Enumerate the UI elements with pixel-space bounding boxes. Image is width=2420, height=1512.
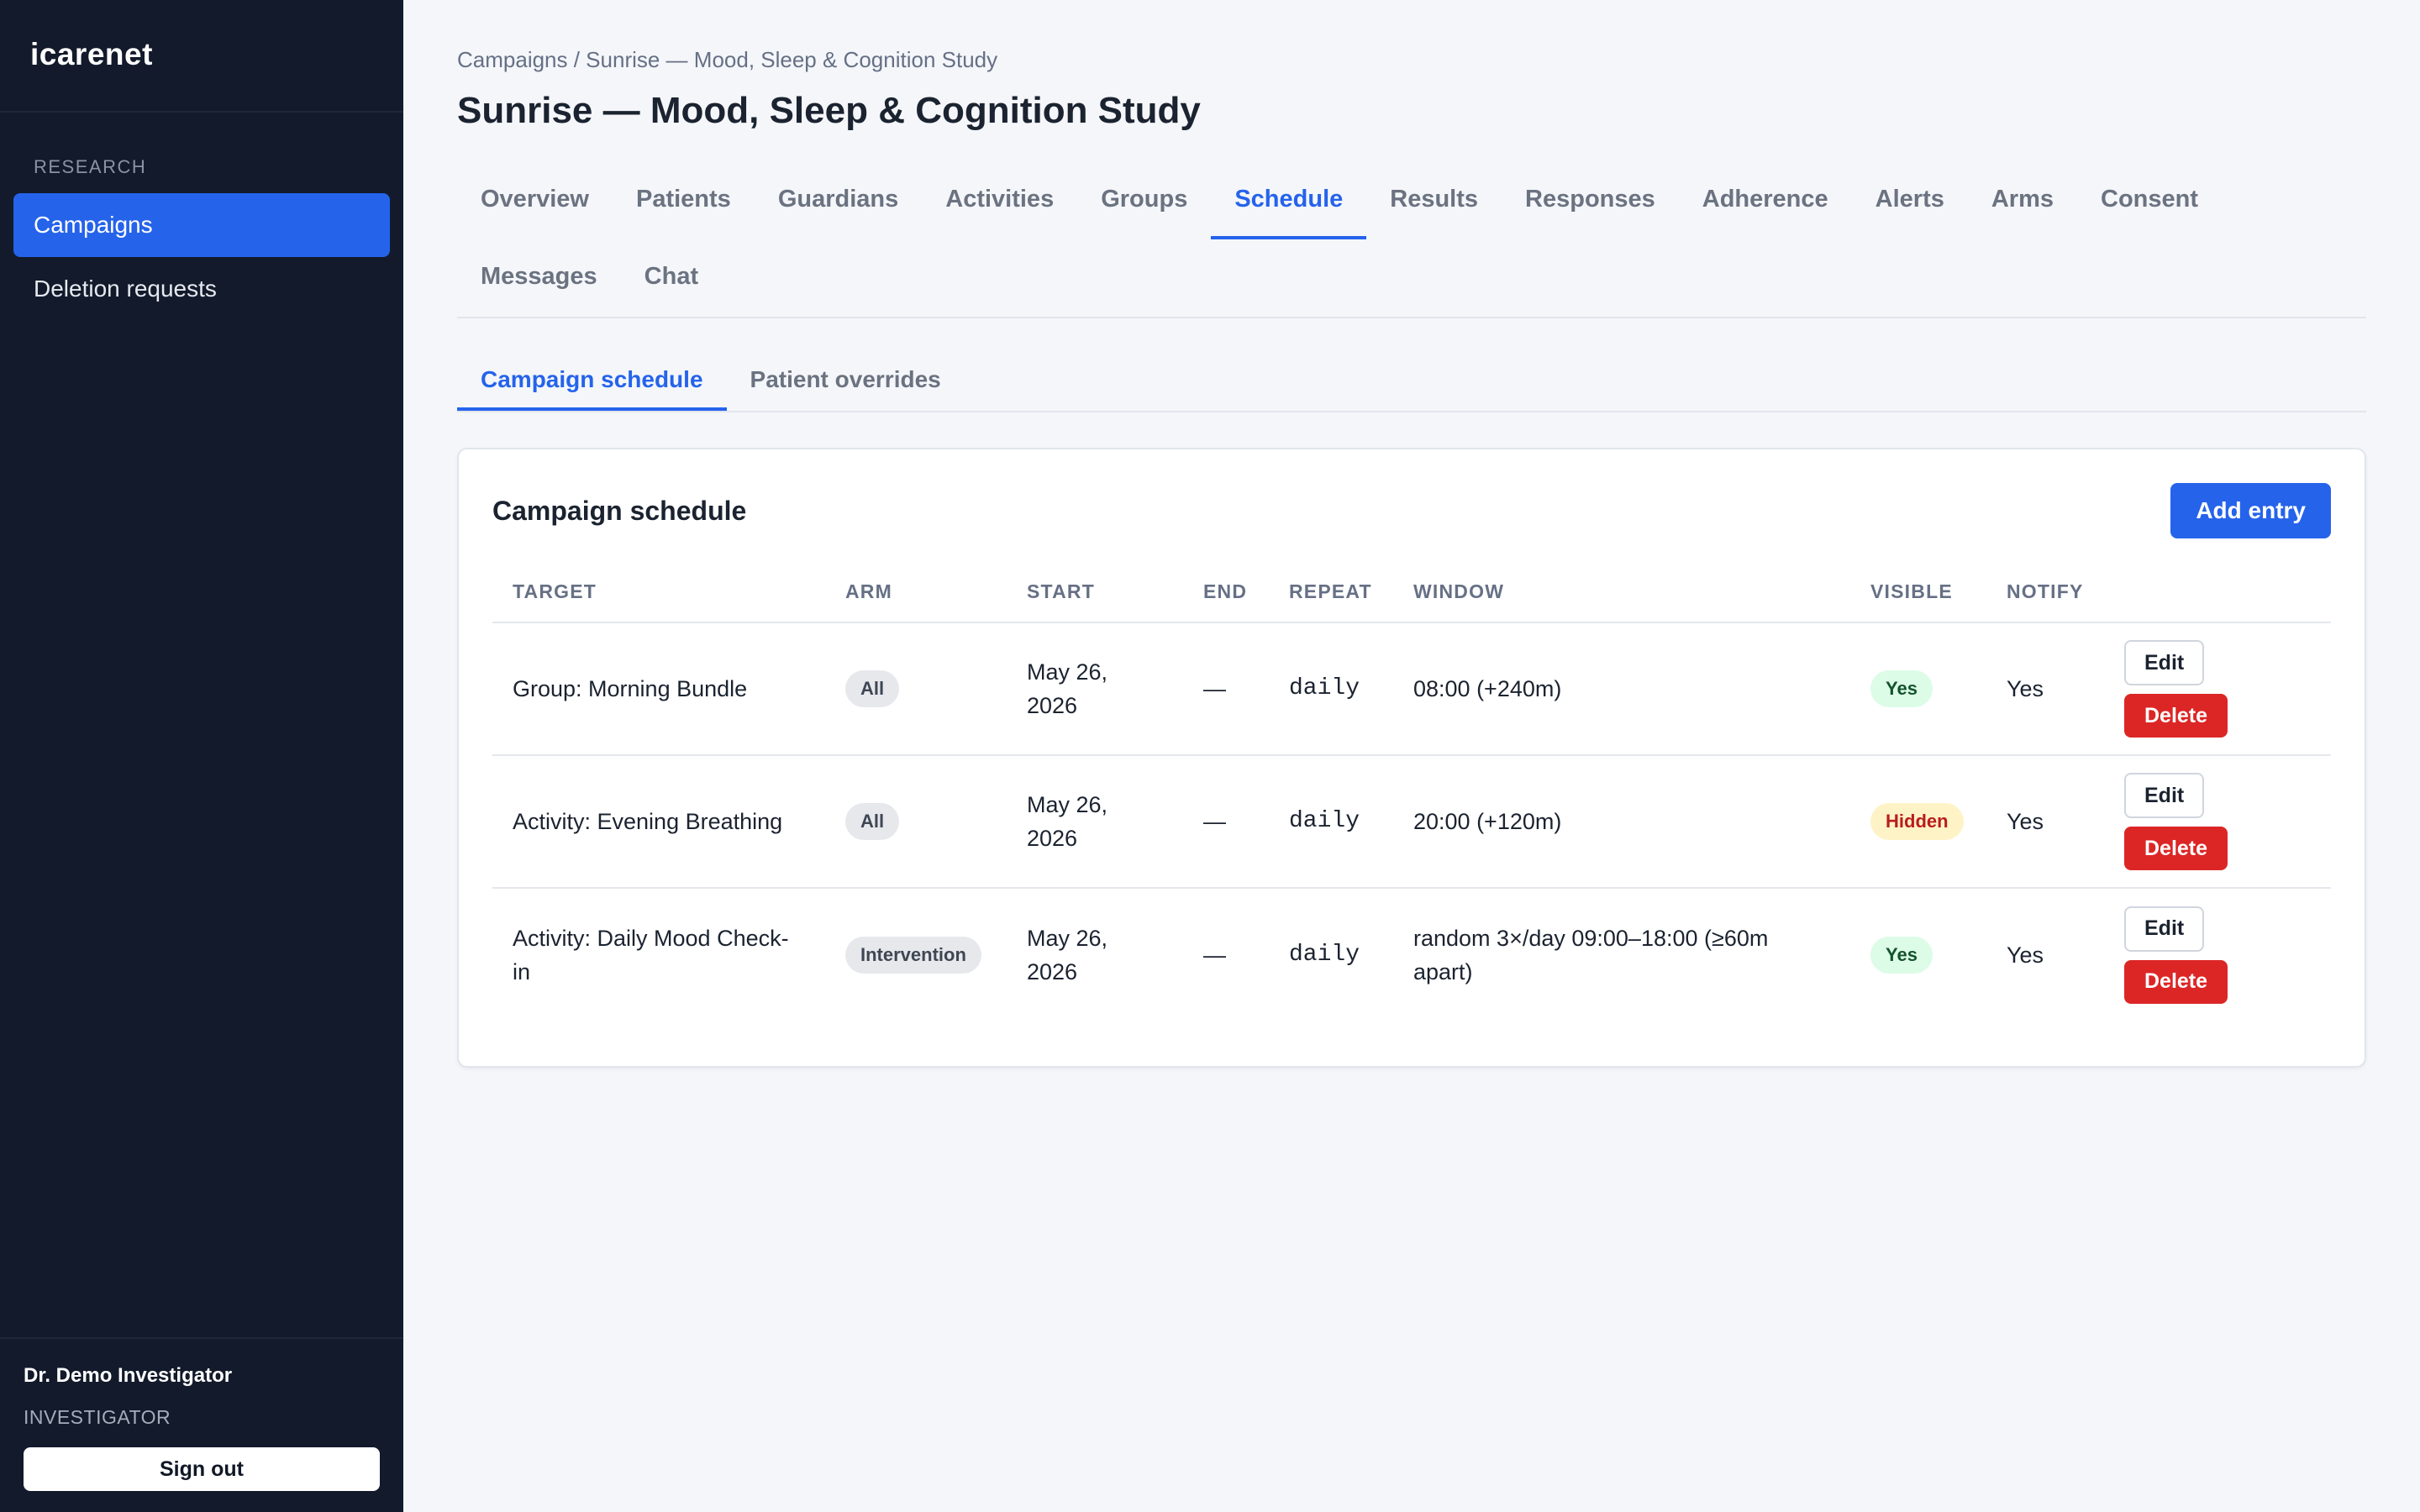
card-title: Campaign schedule <box>492 495 747 526</box>
cell-visible: Yes <box>1850 888 1986 1021</box>
delete-button[interactable]: Delete <box>2124 694 2228 738</box>
cell-window: 08:00 (+240m) <box>1393 622 1850 756</box>
tab-messages[interactable]: Messages <box>457 239 621 317</box>
main-content: Campaigns / Sunrise — Mood, Sleep & Cogn… <box>403 0 2420 1512</box>
brand-logo: icarenet <box>0 0 403 113</box>
cell-visible: Yes <box>1850 622 1986 756</box>
campaign-tabs: Overview Patients Guardians Activities G… <box>457 162 2366 318</box>
column-header-window: WINDOW <box>1393 572 1850 623</box>
cell-target: Activity: Evening Breathing <box>492 755 825 889</box>
schedule-subtabs: Campaign schedule Patient overrides <box>457 352 2366 412</box>
cell-window: random 3×/day 09:00–18:00 (≥60m apart) <box>1413 925 1769 984</box>
cell-notify: Yes <box>2007 942 2044 968</box>
user-role: INVESTIGATOR <box>24 1406 171 1428</box>
table-row: Activity: Daily Mood Check-in Interventi… <box>492 888 2331 1021</box>
arm-badge: Intervention <box>845 936 981 974</box>
cell-actions: Edit Delete <box>2104 622 2331 756</box>
cell-end: — <box>1183 755 1269 889</box>
table-row: Activity: Evening Breathing All May 26, … <box>492 755 2331 889</box>
row-actions: Edit Delete <box>2124 773 2311 870</box>
column-header-start: START <box>1007 572 1183 623</box>
cell-actions: Edit Delete <box>2104 888 2331 1021</box>
table-header-row: TARGET ARM START END REPEAT WINDOW VISIB… <box>492 572 2331 623</box>
column-header-visible: VISIBLE <box>1850 572 1986 623</box>
subtab-patient-overrides[interactable]: Patient overrides <box>727 352 965 411</box>
cell-actions: Edit Delete <box>2104 755 2331 889</box>
schedule-table: TARGET ARM START END REPEAT WINDOW VISIB… <box>492 572 2331 1021</box>
schedule-card: Campaign schedule Add entry TARGET ARM S… <box>457 448 2366 1068</box>
cell-repeat: daily <box>1269 755 1393 889</box>
tab-chat[interactable]: Chat <box>621 239 722 317</box>
visible-badge: Yes <box>1870 936 1933 974</box>
tab-adherence[interactable]: Adherence <box>1679 162 1852 239</box>
row-actions: Edit Delete <box>2124 640 2311 738</box>
edit-button[interactable]: Edit <box>2124 773 2205 818</box>
column-header-actions <box>2104 572 2331 623</box>
arm-badge: All <box>845 803 900 840</box>
cell-arm: All <box>825 755 1007 889</box>
cell-arm: All <box>825 622 1007 756</box>
cell-window: 20:00 (+120m) <box>1393 755 1850 889</box>
page-title: Sunrise — Mood, Sleep & Cognition Study <box>457 90 1201 131</box>
tab-responses[interactable]: Responses <box>1502 162 1679 239</box>
cell-end: — <box>1183 622 1269 756</box>
cell-target: Activity: Daily Mood Check-in <box>513 925 789 984</box>
edit-button[interactable]: Edit <box>2124 906 2205 952</box>
cell-notify: Yes <box>1986 755 2104 889</box>
user-name: Dr. Demo Investigator <box>24 1364 233 1387</box>
cell-start: May 26, 2026 <box>1007 622 1183 756</box>
cell-end: — <box>1203 942 1226 968</box>
add-entry-button[interactable]: Add entry <box>2170 483 2331 538</box>
column-header-notify: NOTIFY <box>1986 572 2104 623</box>
tab-alerts[interactable]: Alerts <box>1852 162 1968 239</box>
cell-visible: Hidden <box>1850 755 1986 889</box>
cell-repeat: daily <box>1289 941 1360 968</box>
tab-groups[interactable]: Groups <box>1077 162 1211 239</box>
row-actions: Edit Delete <box>2124 906 2311 1004</box>
tab-results[interactable]: Results <box>1366 162 1502 239</box>
column-header-target: TARGET <box>492 572 825 623</box>
nav-section-label: RESEARCH <box>34 156 147 177</box>
arm-badge: All <box>845 670 900 707</box>
sidebar-item-campaigns[interactable]: Campaigns <box>13 193 390 257</box>
subtab-campaign-schedule[interactable]: Campaign schedule <box>457 352 727 411</box>
edit-button[interactable]: Edit <box>2124 640 2205 685</box>
delete-button[interactable]: Delete <box>2124 827 2228 870</box>
sidebar-item-deletion-requests[interactable]: Deletion requests <box>13 257 390 321</box>
cell-arm: Intervention <box>825 888 1007 1021</box>
tab-patients[interactable]: Patients <box>613 162 755 239</box>
table-row: Group: Morning Bundle All May 26, 2026 —… <box>492 622 2331 756</box>
sidebar-footer: Dr. Demo Investigator INVESTIGATOR Sign … <box>0 1337 403 1512</box>
column-header-arm: ARM <box>825 572 1007 623</box>
cell-start: May 26, 2026 <box>1007 755 1183 889</box>
sidebar: icarenet RESEARCH Campaigns Deletion req… <box>0 0 403 1512</box>
cell-repeat: daily <box>1269 622 1393 756</box>
column-header-repeat: REPEAT <box>1269 572 1393 623</box>
cell-notify: Yes <box>1986 622 2104 756</box>
tab-schedule[interactable]: Schedule <box>1211 162 1367 239</box>
sign-out-button[interactable]: Sign out <box>24 1447 380 1491</box>
tab-consent[interactable]: Consent <box>2077 162 2222 239</box>
visible-badge: Yes <box>1870 670 1933 707</box>
visible-badge: Hidden <box>1870 803 1964 840</box>
card-header: Campaign schedule Add entry <box>492 483 2331 538</box>
cell-start: May 26, 2026 <box>1027 925 1108 984</box>
tab-overview[interactable]: Overview <box>457 162 613 239</box>
column-header-end: END <box>1183 572 1269 623</box>
breadcrumb: Campaigns / Sunrise — Mood, Sleep & Cogn… <box>457 47 998 72</box>
tab-guardians[interactable]: Guardians <box>755 162 922 239</box>
cell-target: Group: Morning Bundle <box>492 622 825 756</box>
tab-arms[interactable]: Arms <box>1968 162 2077 239</box>
tab-activities[interactable]: Activities <box>922 162 1077 239</box>
delete-button[interactable]: Delete <box>2124 959 2228 1004</box>
